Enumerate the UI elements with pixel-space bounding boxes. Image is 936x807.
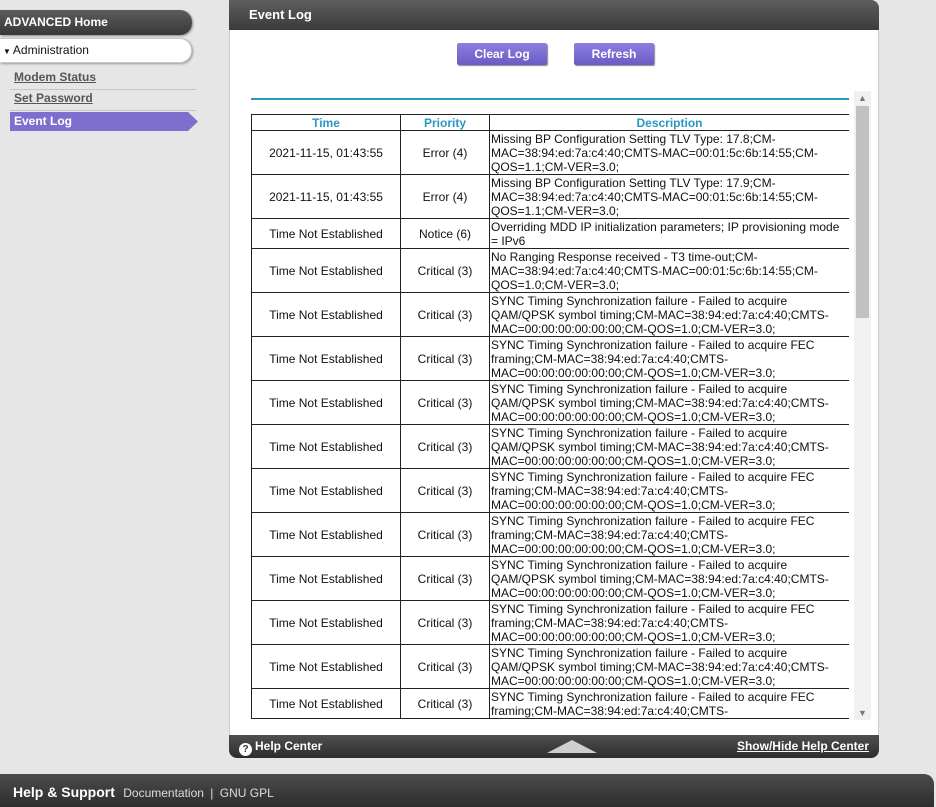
column-header-priority: Priority <box>400 114 490 131</box>
footer-separator: | <box>210 786 214 800</box>
help-center-link[interactable]: ? Help Center <box>239 739 322 756</box>
table-row: Time Not Established Critical (3) SYNC Tim… <box>251 556 849 601</box>
vertical-scrollbar[interactable]: ▲ ▼ <box>854 91 871 720</box>
footer: Help & Support Documentation | GNU GPL <box>0 774 934 807</box>
scroll-down-arrow-icon[interactable]: ▼ <box>854 706 871 720</box>
sidebar-divider <box>10 89 196 90</box>
sidebar-item-set-password[interactable]: Set Password <box>14 91 93 105</box>
event-description: SYNC Timing Synchronization failure - Fa… <box>489 688 849 719</box>
table-row: Time Not Established Critical (3) SYNC Tim… <box>251 468 849 513</box>
event-time: Time Not Established <box>251 556 401 601</box>
event-priority: Critical (3) <box>400 644 490 689</box>
documentation-link[interactable]: Documentation <box>123 786 204 800</box>
caret-down-icon: ▼ <box>3 47 11 56</box>
event-time: Time Not Established <box>251 248 401 293</box>
divider-line <box>251 98 849 100</box>
event-time: 2021-11-15, 01:43:55 <box>251 174 401 219</box>
event-description: Missing BP Configuration Setting TLV Typ… <box>489 174 849 219</box>
help-question-icon: ? <box>239 743 252 756</box>
event-description: SYNC Timing Synchronization failure - Fa… <box>489 512 849 557</box>
event-priority: Critical (3) <box>400 380 490 425</box>
event-priority: Critical (3) <box>400 336 490 381</box>
table-row: Time Not Established Critical (3) SYNC Tim… <box>251 600 849 645</box>
table-row: Time Not Established Critical (3) SYNC Tim… <box>251 336 849 381</box>
table-row: Time Not Established Critical (3) SYNC Tim… <box>251 424 849 469</box>
refresh-button[interactable]: Refresh <box>574 43 654 65</box>
table-row: Time Not Established Notice (6) Overriding… <box>251 218 849 249</box>
event-time: Time Not Established <box>251 380 401 425</box>
event-time: Time Not Established <box>251 468 401 513</box>
administration-menu-header[interactable]: ▼ Administration <box>0 38 192 63</box>
event-time: Time Not Established <box>251 644 401 689</box>
event-priority: Critical (3) <box>400 248 490 293</box>
event-description: SYNC Timing Synchronization failure - Fa… <box>489 600 849 645</box>
event-priority: Notice (6) <box>400 218 490 249</box>
event-priority: Critical (3) <box>400 556 490 601</box>
sidebar-item-event-log[interactable]: Event Log <box>10 112 198 131</box>
table-row: Time Not Established Critical (3) SYNC Tim… <box>251 688 849 719</box>
event-description: Missing BP Configuration Setting TLV Typ… <box>489 130 849 175</box>
event-time: Time Not Established <box>251 218 401 249</box>
table-row: Time Not Established Critical (3) SYNC Tim… <box>251 380 849 425</box>
table-row: Time Not Established Critical (3) SYNC Tim… <box>251 644 849 689</box>
event-time: 2021-11-15, 01:43:55 <box>251 130 401 175</box>
event-priority: Critical (3) <box>400 424 490 469</box>
event-time: Time Not Established <box>251 512 401 557</box>
event-priority: Critical (3) <box>400 292 490 337</box>
column-header-time: Time <box>251 114 401 131</box>
event-priority: Error (4) <box>400 130 490 175</box>
event-description: Overriding MDD IP initialization paramet… <box>489 218 849 249</box>
table-row: Time Not Established Critical (3) SYNC Tim… <box>251 512 849 557</box>
event-log-scroll-area[interactable]: Time Priority Description 2021-11-15, 01… <box>251 114 849 719</box>
advanced-home-tab[interactable]: ADVANCED Home <box>0 10 192 35</box>
event-description: SYNC Timing Synchronization failure - Fa… <box>489 644 849 689</box>
event-priority: Critical (3) <box>400 468 490 513</box>
event-time: Time Not Established <box>251 688 401 719</box>
show-hide-help-center-link[interactable]: Show/Hide Help Center <box>737 739 869 753</box>
table-row: Time Not Established Critical (3) No Rangi… <box>251 248 849 293</box>
event-time: Time Not Established <box>251 600 401 645</box>
event-log-table: Time Priority Description 2021-11-15, 01… <box>251 114 849 719</box>
footer-title: Help & Support <box>13 784 115 800</box>
event-priority: Error (4) <box>400 174 490 219</box>
event-description: No Ranging Response received - T3 time-o… <box>489 248 849 293</box>
event-time: Time Not Established <box>251 424 401 469</box>
administration-label: Administration <box>12 43 89 57</box>
event-priority: Critical (3) <box>400 600 490 645</box>
clear-log-button[interactable]: Clear Log <box>457 43 547 65</box>
event-description: SYNC Timing Synchronization failure - Fa… <box>489 556 849 601</box>
event-description: SYNC Timing Synchronization failure - Fa… <box>489 380 849 425</box>
event-time: Time Not Established <box>251 292 401 337</box>
table-row: 2021-11-15, 01:43:55 Error (4) Missing BP … <box>251 174 849 219</box>
event-priority: Critical (3) <box>400 512 490 557</box>
table-row: Time Not Established Critical (3) SYNC Tim… <box>251 292 849 337</box>
gnu-gpl-link[interactable]: GNU GPL <box>220 786 274 800</box>
sidebar-divider <box>10 110 196 111</box>
help-center-label: Help Center <box>255 739 323 753</box>
column-header-description: Description <box>489 114 849 131</box>
help-center-bar: ? Help Center Show/Hide Help Center <box>229 735 879 758</box>
panel-title: Event Log <box>229 0 879 30</box>
scrollbar-thumb[interactable] <box>856 106 869 318</box>
event-description: SYNC Timing Synchronization failure - Fa… <box>489 468 849 513</box>
event-description: SYNC Timing Synchronization failure - Fa… <box>489 336 849 381</box>
event-priority: Critical (3) <box>400 688 490 719</box>
expand-triangle-icon[interactable] <box>547 740 597 753</box>
sidebar-item-modem-status[interactable]: Modem Status <box>14 70 96 84</box>
event-time: Time Not Established <box>251 336 401 381</box>
scroll-up-arrow-icon[interactable]: ▲ <box>854 91 871 105</box>
table-header-row: Time Priority Description <box>251 114 849 131</box>
table-row: 2021-11-15, 01:43:55 Error (4) Missing BP … <box>251 130 849 175</box>
event-description: SYNC Timing Synchronization failure - Fa… <box>489 424 849 469</box>
event-description: SYNC Timing Synchronization failure - Fa… <box>489 292 849 337</box>
